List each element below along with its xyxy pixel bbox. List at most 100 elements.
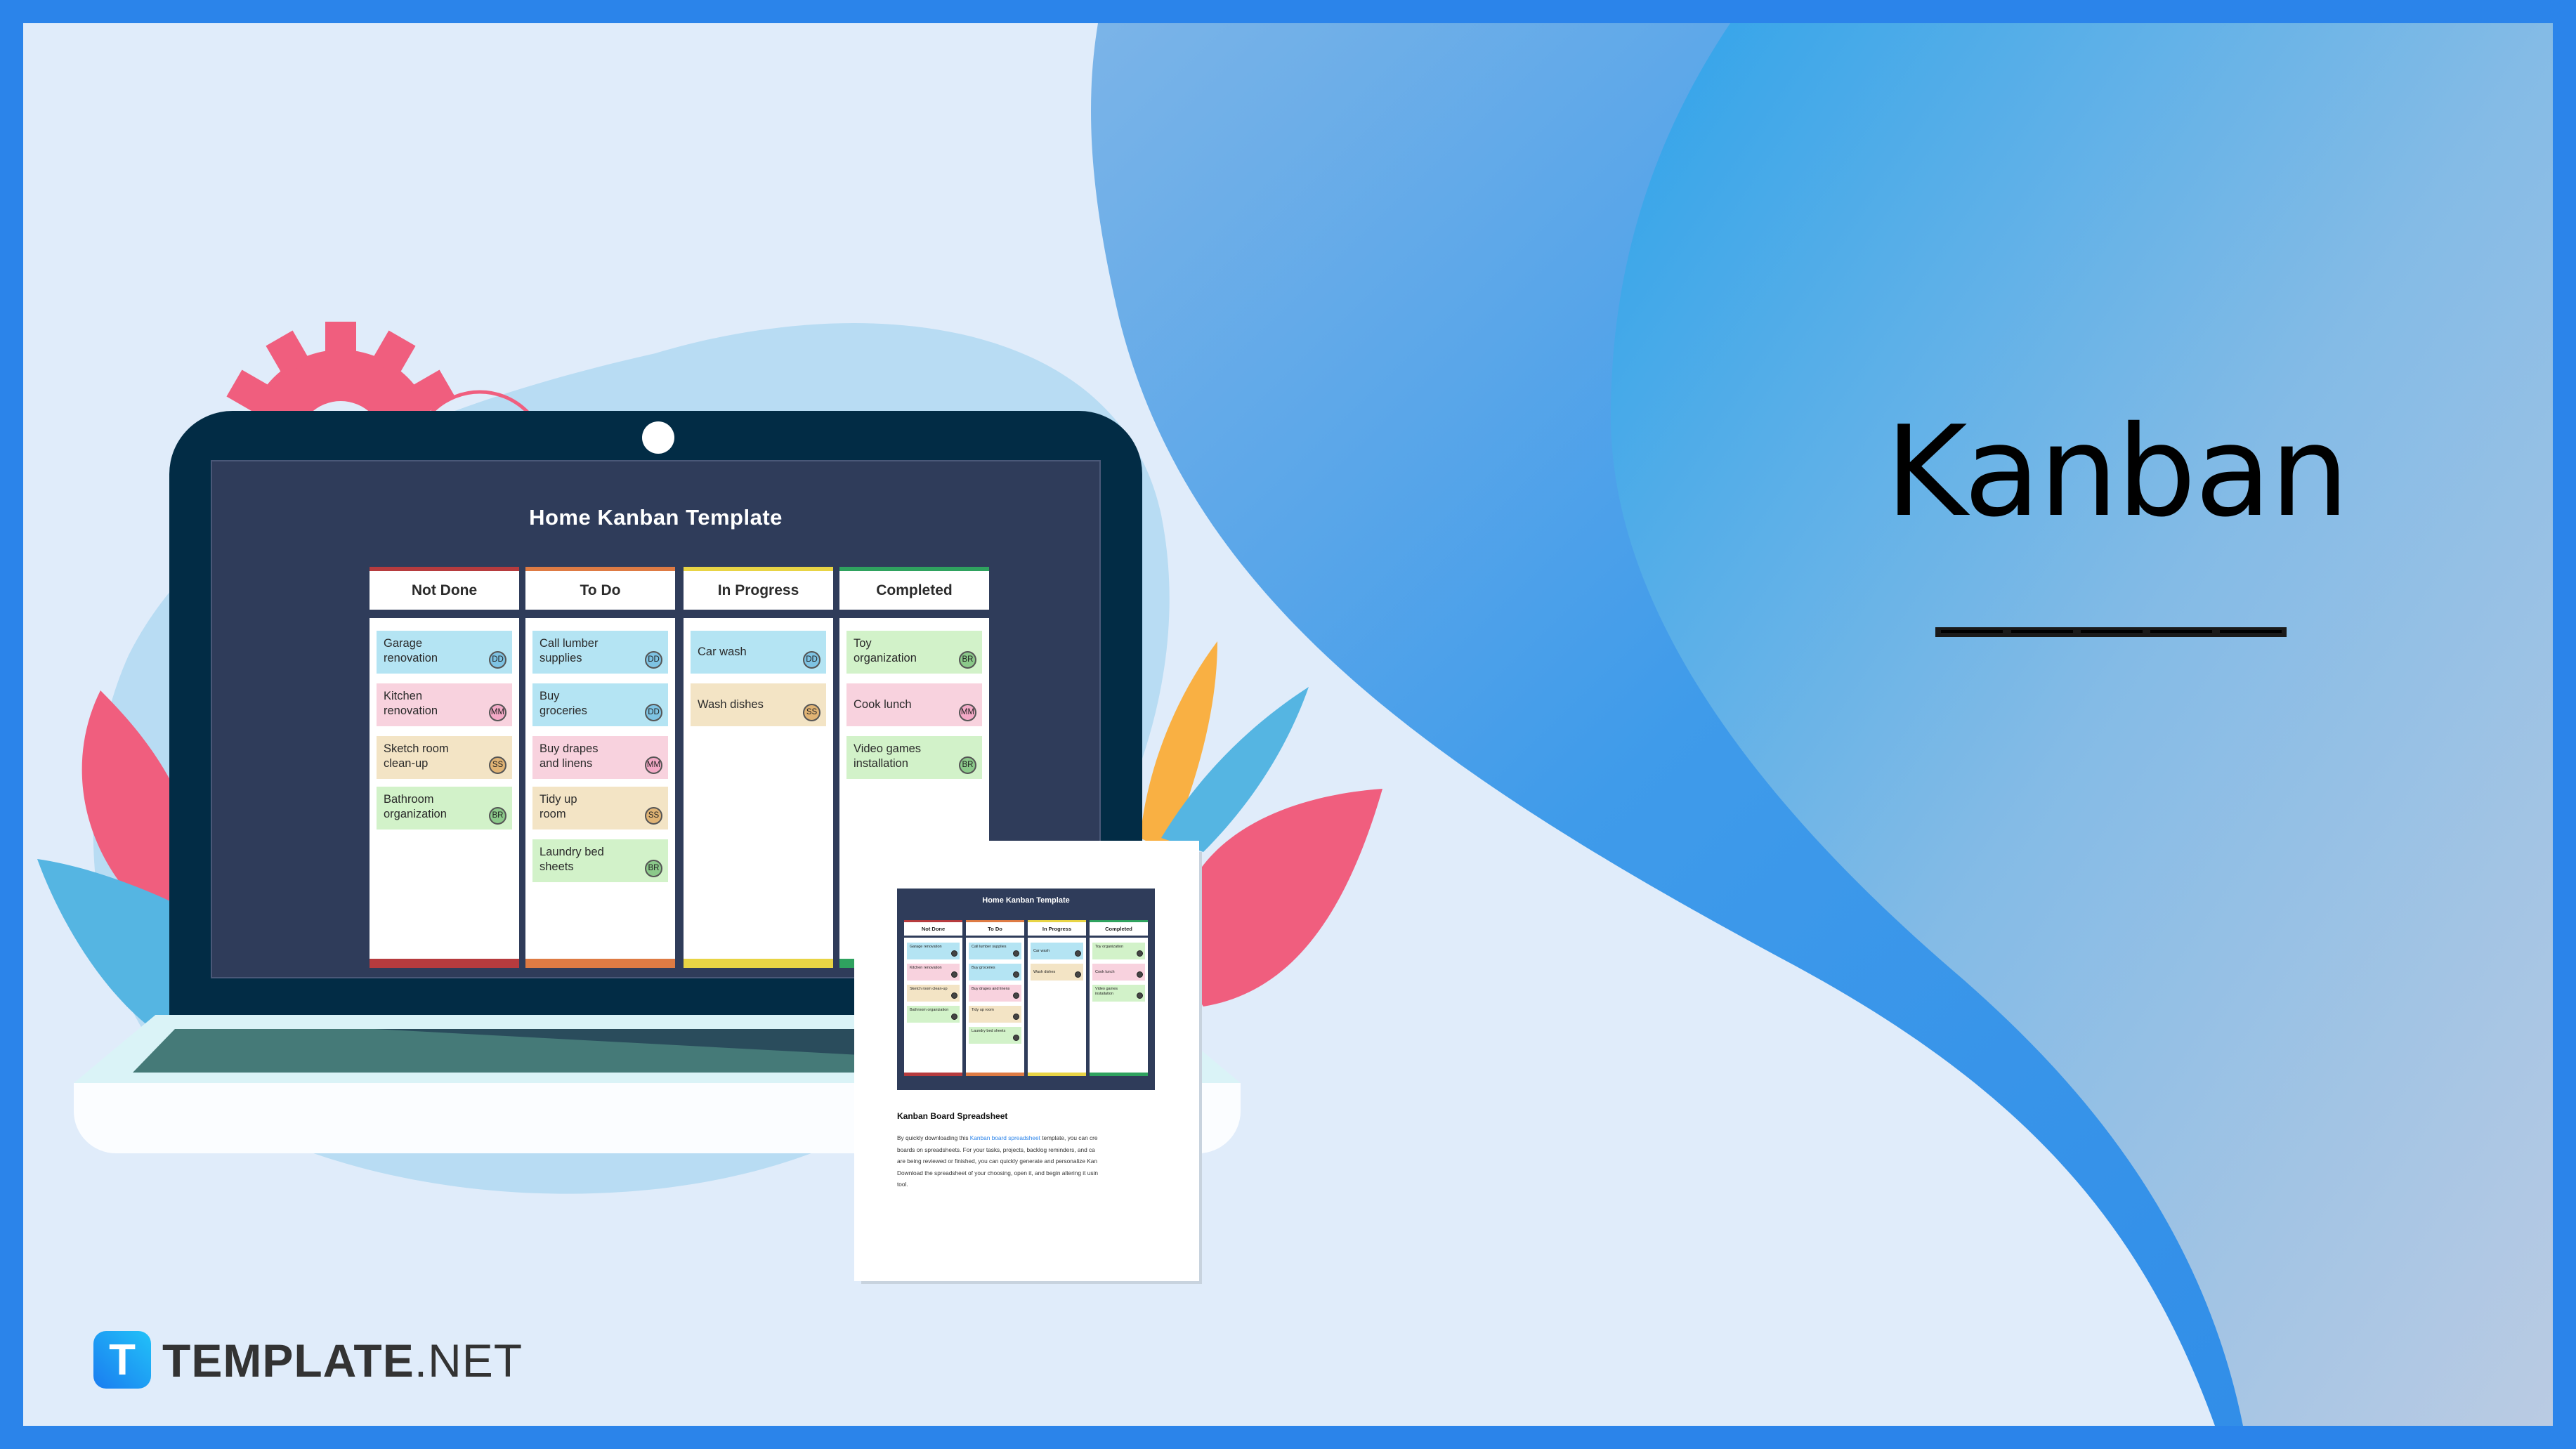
assignee-avatar: DD <box>803 651 820 669</box>
mini-kanban-card: Toy organization <box>1092 943 1145 959</box>
mini-column-body: Car wash Wash dishes <box>1028 938 1086 1076</box>
mini-avatar-icon <box>1013 1014 1019 1020</box>
mini-card-text: Wash dishes <box>1033 969 1056 974</box>
mini-card-text: Cook lunch <box>1095 969 1115 974</box>
mini-card-text: Tidy up room <box>972 1008 994 1012</box>
title-divider <box>1935 627 2287 637</box>
mini-kanban-card: Call lumber supplies <box>969 943 1021 959</box>
mini-kanban-card: Garage renovation <box>907 943 960 959</box>
assignee-avatar: DD <box>645 651 662 669</box>
card-text-line-1: Garage <box>384 637 423 650</box>
kanban-card[interactable]: Toy organization BR <box>846 631 982 674</box>
mini-column-body: Toy organization Cook lunch Video games in… <box>1090 938 1148 1076</box>
mini-card-text: Video games installation <box>1095 987 1118 996</box>
mini-kanban-card: Kitchen renovation <box>907 964 960 981</box>
kanban-card[interactable]: Tidy up room SS <box>532 787 668 830</box>
para-suffix: template, you can cre <box>1040 1134 1098 1141</box>
kanban-card[interactable]: Kitchen renovation MM <box>377 683 512 726</box>
mini-avatar-icon <box>1137 971 1143 978</box>
card-text-line-1: Toy <box>854 637 872 650</box>
logo-name-bold: TEMPLATE <box>162 1335 414 1386</box>
card-text-line-1: Tidy up <box>540 793 577 806</box>
card-text-line-2: groceries <box>540 704 587 717</box>
banner-canvas: Home Kanban Template Not Done Garage renov… <box>23 23 2553 1426</box>
card-text-line-1: Video games <box>854 742 922 755</box>
mini-avatar-icon <box>1013 971 1019 978</box>
mini-avatar-icon <box>1013 992 1019 999</box>
card-text-line-2: supplies <box>540 652 582 664</box>
document-heading: Kanban Board Spreadsheet <box>897 1111 1008 1121</box>
assignee-avatar: BR <box>959 756 976 774</box>
assignee-avatar: DD <box>489 651 506 669</box>
mini-kanban-card: Sketch room clean-up <box>907 985 960 1002</box>
column-header: Not Done <box>370 567 519 610</box>
mini-column-header: Completed <box>1090 920 1148 936</box>
assignee-avatar: SS <box>489 756 506 774</box>
kanban-card[interactable]: Call lumber supplies DD <box>532 631 668 674</box>
card-text-line-1: Wash dishes <box>698 698 764 711</box>
kanban-card[interactable]: Buy groceries DD <box>532 683 668 726</box>
card-text-line-1: Kitchen <box>384 690 423 702</box>
kanban-card[interactable]: Video games installation BR <box>846 736 982 779</box>
para-line-4: Download the spreadsheet of your choosin… <box>897 1169 1098 1176</box>
kanban-card[interactable]: Cook lunch MM <box>846 683 982 726</box>
column-header: To Do <box>525 567 675 610</box>
mini-column-body: Garage renovation Kitchen renovation Sketc… <box>904 938 962 1076</box>
kanban-card[interactable]: Car wash DD <box>691 631 826 674</box>
mini-card-text: Garage renovation <box>910 945 942 949</box>
assignee-avatar: SS <box>645 807 662 825</box>
mini-avatar-icon <box>1075 950 1081 957</box>
para-line-3: are being reviewed or finished, you can … <box>897 1158 1098 1165</box>
kanban-card[interactable]: Buy drapes and linens MM <box>532 736 668 779</box>
card-text-line-1: Car wash <box>698 645 747 658</box>
kanban-card[interactable]: Laundry bed sheets BR <box>532 839 668 882</box>
kanban-spreadsheet-link[interactable]: Kanban board spreadsheet <box>970 1134 1040 1141</box>
mini-avatar-icon <box>951 971 957 978</box>
mini-column-body: Call lumber supplies Buy groceries Buy dra… <box>966 938 1024 1076</box>
kanban-card[interactable]: Wash dishes SS <box>691 683 826 726</box>
mini-kanban-card: Cook lunch <box>1092 964 1145 981</box>
wave-right <box>1611 23 2553 1426</box>
card-text-line-1: Bathroom <box>384 793 434 806</box>
card-text-line-1: Buy <box>540 690 560 702</box>
kanban-card[interactable]: Sketch room clean-up SS <box>377 736 512 779</box>
kanban-card[interactable]: Garage renovation DD <box>377 631 512 674</box>
card-text-line-1: Buy drapes <box>540 742 599 755</box>
assignee-avatar: BR <box>645 860 662 877</box>
card-text-line-2: organization <box>854 652 917 664</box>
template-logo-text[interactable]: TEMPLATE.NET <box>162 1334 523 1387</box>
para-prefix: By quickly downloading this <box>897 1134 970 1141</box>
mini-column-header: Not Done <box>904 920 962 936</box>
mini-board-title: Home Kanban Template <box>982 896 1070 905</box>
mini-kanban-card: Bathroom organization <box>907 1006 960 1023</box>
card-text-line-2: sheets <box>540 860 574 873</box>
mini-avatar-icon <box>1075 971 1081 978</box>
mini-card-text: Kitchen renovation <box>910 966 942 970</box>
mini-card-text: Bathroom organization <box>910 1008 949 1012</box>
template-logo-icon[interactable]: T <box>93 1331 151 1389</box>
mini-kanban-card: Video games installation <box>1092 985 1145 1002</box>
document-preview[interactable]: Home Kanban Template Not Done Garage reno… <box>854 841 1199 1281</box>
card-text-line-1: Cook lunch <box>854 698 912 711</box>
mini-avatar-icon <box>1137 992 1143 999</box>
mini-kanban-card: Wash dishes <box>1031 964 1083 981</box>
kanban-card[interactable]: Bathroom organization BR <box>377 787 512 830</box>
mini-column-header: To Do <box>966 920 1024 936</box>
column-header: In Progress <box>684 567 833 610</box>
card-text-line-2: renovation <box>384 652 438 664</box>
mini-kanban-card: Car wash <box>1031 943 1083 959</box>
mini-card-text: Toy organization <box>1095 945 1124 949</box>
para-line-2: boards on spreadsheets. For your tasks, … <box>897 1146 1095 1153</box>
mini-avatar-icon <box>951 1014 957 1020</box>
mini-kanban-card: Buy groceries <box>969 964 1021 981</box>
board-title: Home Kanban Template <box>529 505 783 530</box>
card-text-line-2: renovation <box>384 704 438 717</box>
logo-letter: T <box>109 1335 136 1384</box>
assignee-avatar: MM <box>645 756 662 774</box>
assignee-avatar: SS <box>803 704 820 721</box>
card-text-line-2: organization <box>384 808 447 820</box>
hero-title: Kanban <box>1885 399 2349 544</box>
column-body: Car wash DD Wash dishes SS <box>684 618 833 968</box>
mini-card-text: Laundry bed sheets <box>972 1029 1006 1033</box>
assignee-avatar: BR <box>489 807 506 825</box>
